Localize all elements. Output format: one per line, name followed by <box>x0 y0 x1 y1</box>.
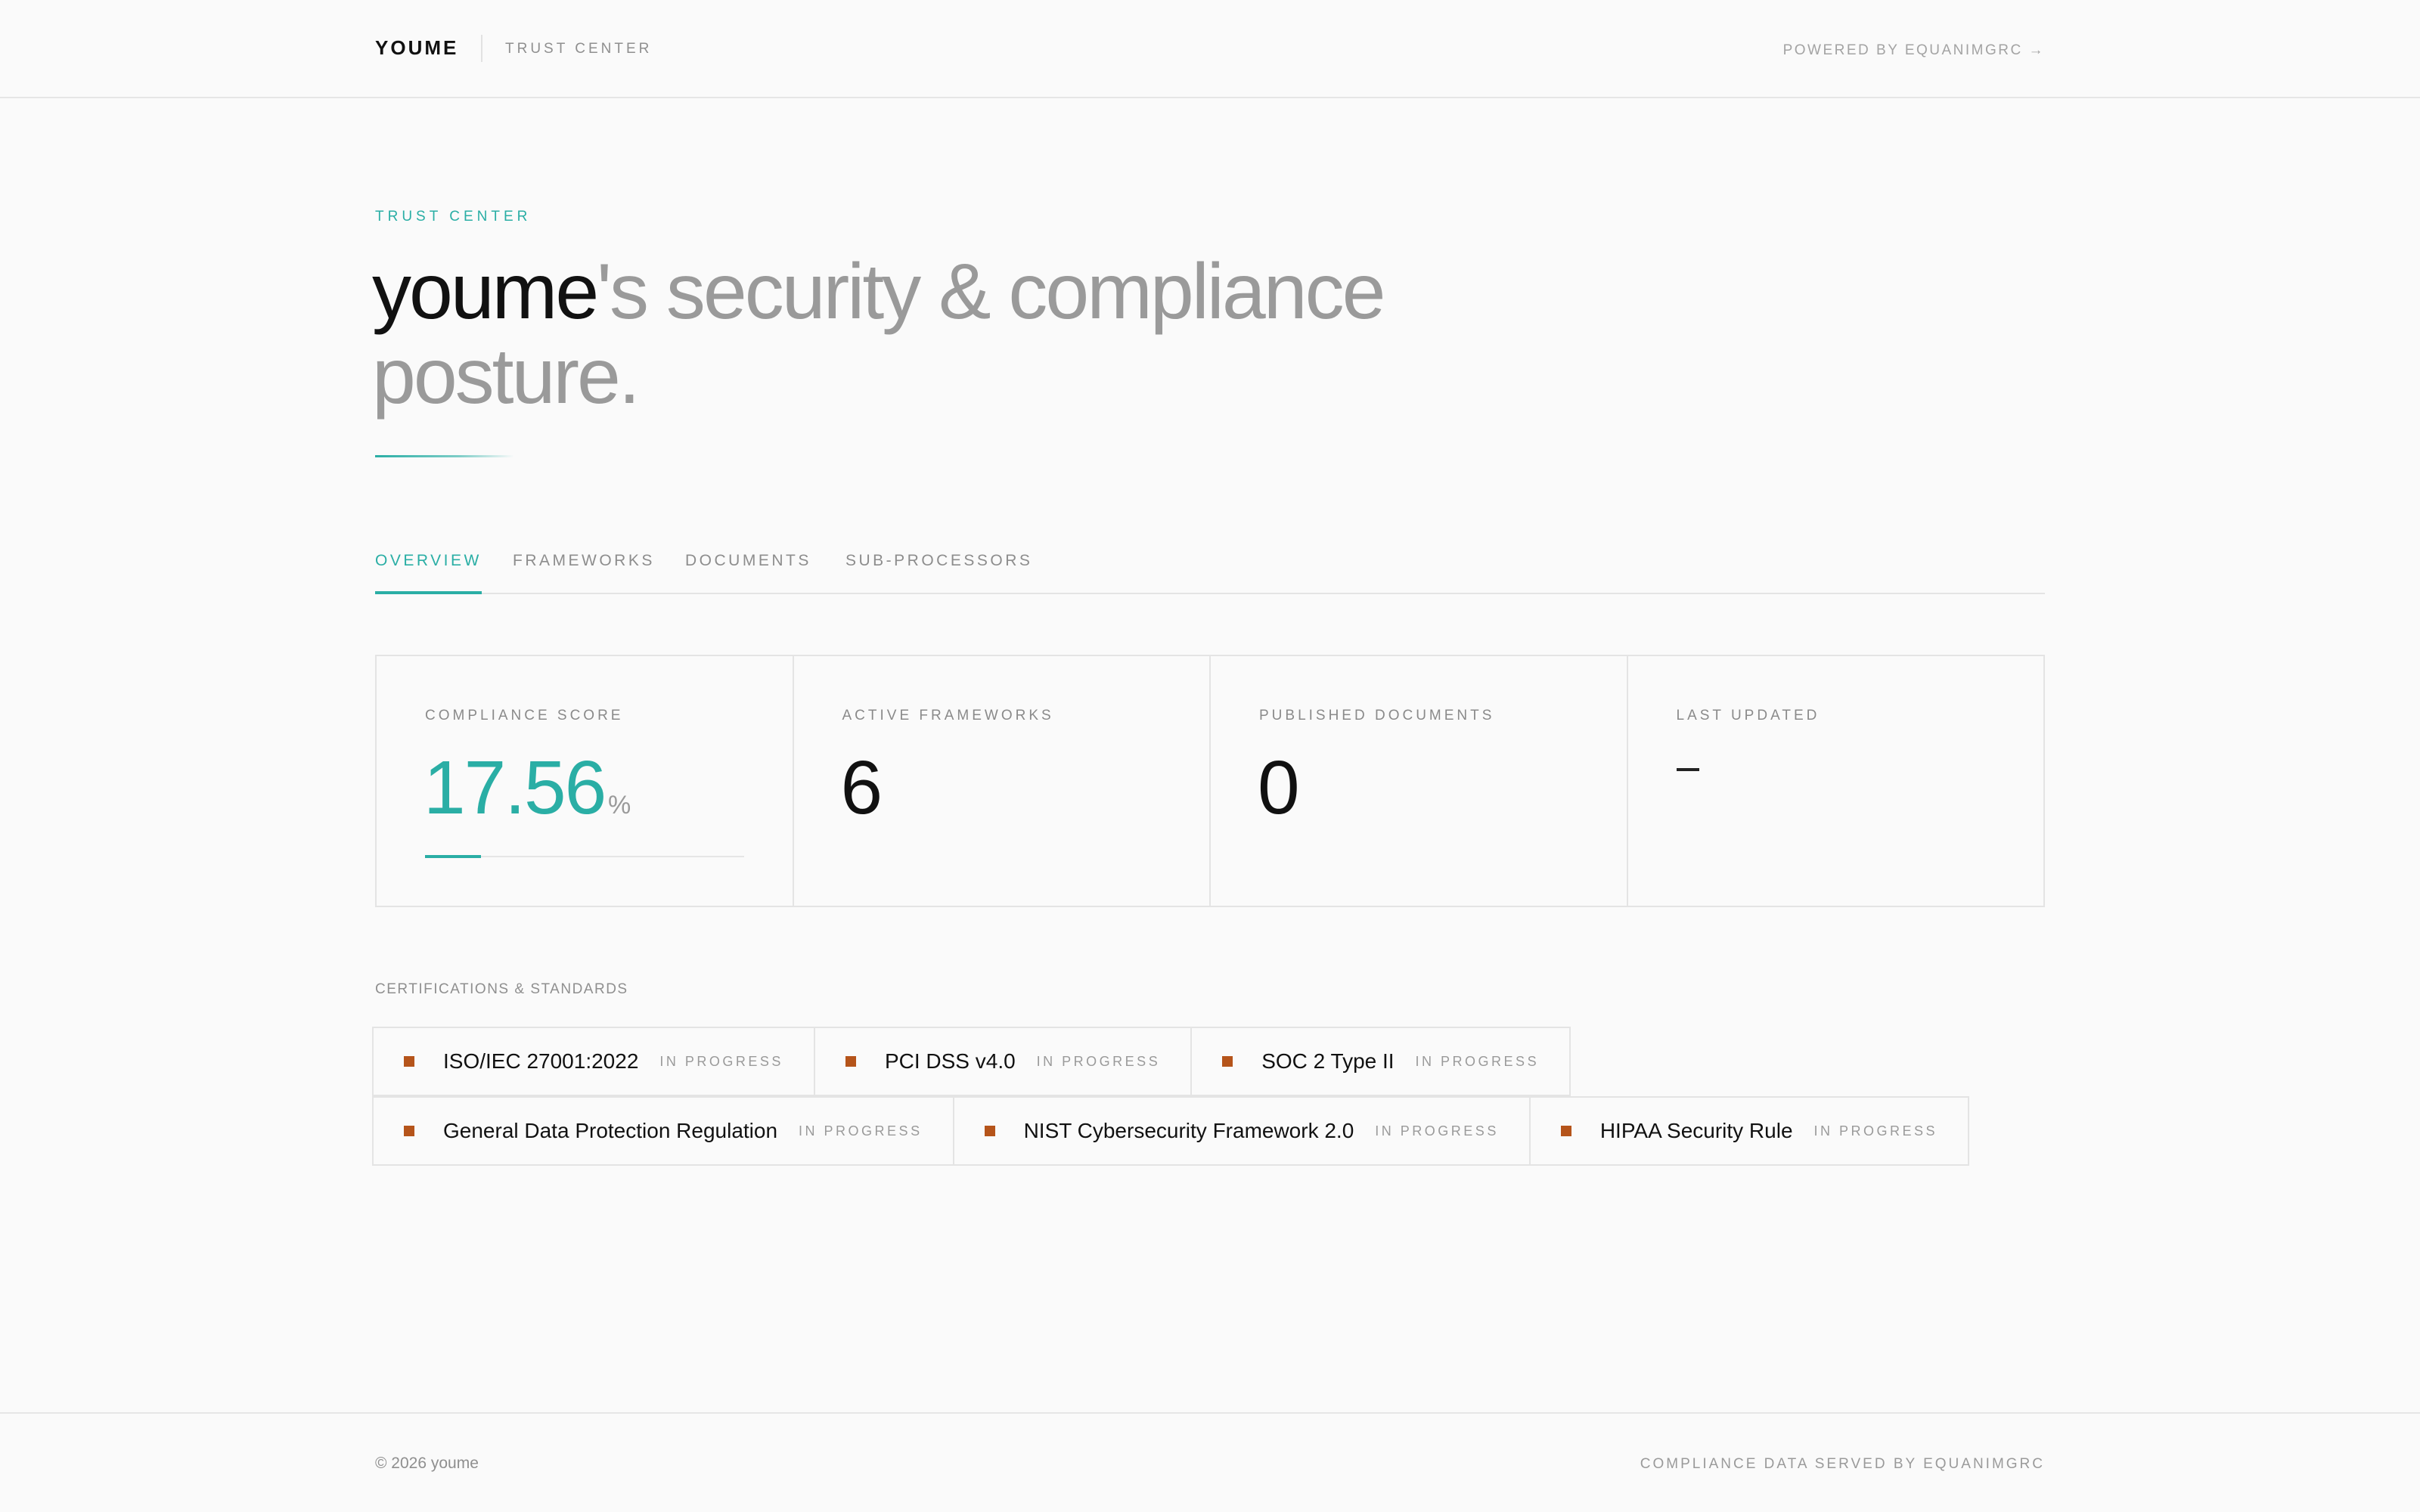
certification-name: General Data Protection Regulation <box>443 1119 778 1142</box>
brand-subtitle: TRUST CENTER <box>505 41 653 57</box>
compliance-progress-fill <box>425 855 482 858</box>
footer-copyright: © 2026 youme <box>375 1455 479 1472</box>
certification-name: PCI DSS v4.0 <box>884 1049 1016 1073</box>
stat-label: ACTIVE FRAMEWORKS <box>842 708 1054 723</box>
stat-label: PUBLISHED DOCUMENTS <box>1259 708 1495 723</box>
certification-status: IN PROGRESS <box>1813 1123 1938 1139</box>
footer-served-by: COMPLIANCE DATA SERVED BY EQUANIMGRC <box>1640 1456 2045 1472</box>
status-dot-icon <box>404 1056 414 1067</box>
status-dot-icon <box>1560 1126 1571 1136</box>
active-frameworks-value: 6 <box>840 745 883 830</box>
certification-status: IN PROGRESS <box>1036 1053 1161 1069</box>
hero-eyebrow: TRUST CENTER <box>375 209 532 225</box>
tab-overview[interactable]: OVERVIEW <box>375 552 482 594</box>
certification-status: IN PROGRESS <box>799 1123 923 1139</box>
certification-status: IN PROGRESS <box>659 1053 783 1069</box>
certification-name: ISO/IEC 27001:2022 <box>443 1049 639 1073</box>
stat-published-documents: PUBLISHED DOCUMENTS 0 <box>1211 656 1628 906</box>
published-documents-value: 0 <box>1258 745 1300 830</box>
certification-chip[interactable]: HIPAA Security Rule IN PROGRESS <box>1528 1096 1970 1166</box>
stat-label: COMPLIANCE SCORE <box>425 708 624 723</box>
tab-frameworks[interactable]: FRAMEWORKS <box>513 552 655 594</box>
page-title-org: youme <box>372 248 599 336</box>
certification-name: SOC 2 Type II <box>1261 1049 1395 1073</box>
certification-chip[interactable]: NIST Cybersecurity Framework 2.0 IN PROG… <box>952 1096 1531 1166</box>
status-dot-icon <box>845 1056 856 1067</box>
certification-status: IN PROGRESS <box>1415 1053 1540 1069</box>
footer: © 2026 youme COMPLIANCE DATA SERVED BY E… <box>0 1412 2420 1512</box>
status-dot-icon <box>1222 1056 1233 1067</box>
stats-panel: COMPLIANCE SCORE 17.56 % ACTIVE FRAMEWOR… <box>375 655 2045 907</box>
powered-by-link[interactable]: POWERED BY EQUANIMGRC → <box>1783 42 2045 59</box>
certification-chip[interactable]: PCI DSS v4.0 IN PROGRESS <box>813 1027 1193 1096</box>
certification-name: HIPAA Security Rule <box>1599 1119 1793 1142</box>
last-updated-value <box>1676 768 1699 771</box>
status-dot-icon <box>404 1126 414 1136</box>
certifications-row: General Data Protection Regulation IN PR… <box>372 1096 1970 1166</box>
certification-name: NIST Cybersecurity Framework 2.0 <box>1023 1119 1354 1142</box>
tab-bar: OVERVIEW FRAMEWORKS DOCUMENTS SUB-PROCES… <box>375 547 2045 594</box>
hero-accent-rule <box>375 455 514 457</box>
brand-logo[interactable]: YOUME <box>375 36 458 60</box>
stat-label: LAST UPDATED <box>1676 708 1820 723</box>
certifications-row: ISO/IEC 27001:2022 IN PROGRESS PCI DSS v… <box>372 1027 1571 1096</box>
brand-divider <box>481 35 482 62</box>
certification-chip[interactable]: ISO/IEC 27001:2022 IN PROGRESS <box>372 1027 815 1096</box>
certification-status: IN PROGRESS <box>1375 1123 1499 1139</box>
certification-chip[interactable]: SOC 2 Type II IN PROGRESS <box>1190 1027 1571 1096</box>
stat-active-frameworks: ACTIVE FRAMEWORKS 6 <box>794 656 1211 906</box>
compliance-progress-track <box>425 855 744 858</box>
compliance-score-value: 17.56 <box>424 745 607 830</box>
tab-sub-processors[interactable]: SUB-PROCESSORS <box>845 552 1032 594</box>
page-title: youme's security & compliance posture. <box>372 249 1431 419</box>
tab-documents[interactable]: DOCUMENTS <box>685 552 811 594</box>
stat-compliance-score: COMPLIANCE SCORE 17.56 % <box>377 656 794 906</box>
certification-chip[interactable]: General Data Protection Regulation IN PR… <box>372 1096 954 1166</box>
top-bar: YOUME TRUST CENTER POWERED BY EQUANIMGRC… <box>0 0 2420 98</box>
compliance-score-unit: % <box>608 791 631 820</box>
stat-last-updated: LAST UPDATED <box>1628 656 2044 906</box>
certifications-heading: CERTIFICATIONS & STANDARDS <box>375 981 628 997</box>
status-dot-icon <box>984 1126 995 1136</box>
